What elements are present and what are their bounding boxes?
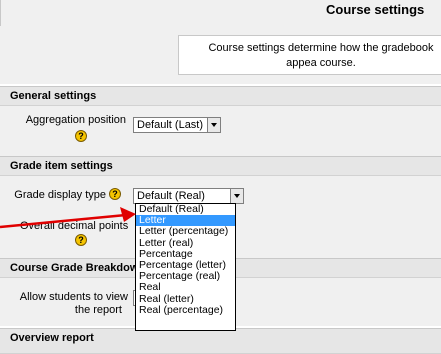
help-icon[interactable]: ?	[75, 130, 87, 142]
grade-display-type-select[interactable]: Default (Real)	[133, 188, 244, 204]
aggregation-position-label: Aggregation position	[25, 114, 126, 126]
grade-display-type-value: Default (Real)	[137, 190, 205, 202]
allow-students-label-line1: Allow students to view	[19, 291, 128, 303]
help-icon[interactable]: ?	[109, 188, 121, 200]
top-left-divider	[0, 0, 1, 26]
dropdown-option[interactable]: Letter (real)	[136, 238, 235, 249]
description-row: Course settings determine how the gradeb…	[0, 26, 441, 84]
description-text: Course settings determine how the gradeb…	[208, 42, 434, 69]
general-settings-body: Aggregation position ? Default (Last)	[0, 106, 441, 156]
red-arrow-icon	[0, 207, 136, 229]
dropdown-option[interactable]: Letter (percentage)	[136, 226, 235, 237]
dropdown-option[interactable]: Real	[136, 282, 235, 293]
dropdown-option-selected[interactable]: Letter	[136, 215, 235, 227]
general-settings-header: General settings	[0, 86, 441, 106]
dropdown-option[interactable]: Percentage (real)	[136, 271, 235, 282]
overview-report-heading: Overview report	[10, 332, 94, 344]
dropdown-option[interactable]: Real (percentage)	[136, 305, 235, 316]
dropdown-option[interactable]: Real (letter)	[136, 294, 235, 305]
grade-item-settings-header: Grade item settings	[0, 156, 441, 176]
page-title: Course settings	[326, 2, 425, 17]
general-settings-heading: General settings	[10, 90, 97, 102]
aggregation-position-value: Default (Last)	[137, 119, 204, 131]
overview-report-header: Overview report	[0, 328, 441, 354]
dropdown-option[interactable]: Percentage (letter)	[136, 260, 235, 271]
dropdown-option[interactable]: Default (Real)	[136, 204, 235, 215]
grade-item-settings-heading: Grade item settings	[10, 160, 113, 172]
help-icon[interactable]: ?	[75, 234, 87, 246]
chevron-down-icon	[207, 118, 220, 132]
grade-display-type-dropdown[interactable]: Default (Real) Letter Letter (percentage…	[135, 203, 236, 331]
grade-display-type-label: Grade display type	[14, 189, 106, 201]
top-bar: Course settings	[0, 0, 441, 27]
description-box: Course settings determine how the gradeb…	[178, 35, 441, 75]
aggregation-position-select[interactable]: Default (Last)	[133, 117, 221, 133]
allow-students-label-line2: the report	[74, 304, 122, 316]
dropdown-option[interactable]: Percentage	[136, 249, 235, 260]
course-grade-breakdown-heading: Course Grade Breakdown	[10, 262, 146, 274]
chevron-down-icon	[230, 189, 243, 203]
